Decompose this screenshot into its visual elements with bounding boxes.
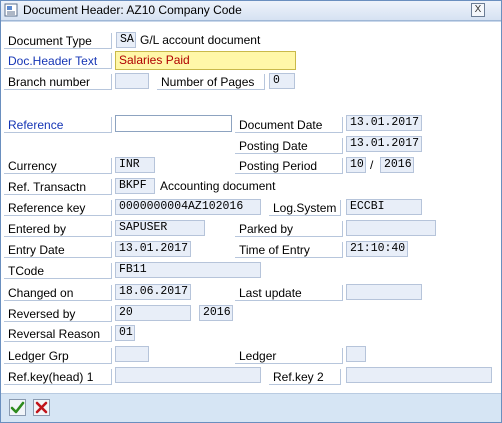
title-separator [1,21,501,22]
changed-on-field[interactable]: 18.06.2017 [115,284,191,300]
entered-by-field[interactable]: SAPUSER [115,220,205,236]
document-header-dialog: Document Header: AZ10 Company Code X Doc… [0,0,502,423]
posting-date-field[interactable]: 13.01.2017 [346,136,422,152]
reversed-by-year-field[interactable]: 2016 [199,305,233,321]
title-bar: Document Header: AZ10 Company Code X [1,1,501,21]
ledger-label: Ledger [235,348,343,364]
reference-label[interactable]: Reference [4,117,112,133]
posting-year-field[interactable]: 2016 [380,157,414,173]
reference-key-label: Reference key [4,200,112,216]
branch-number-label: Branch number [4,74,112,90]
log-system-field[interactable]: ECCBI [346,199,422,215]
ledger-grp-field[interactable] [115,346,149,362]
ref-key-head-1-label: Ref.key(head) 1 [4,369,112,385]
entry-date-label: Entry Date [4,242,112,258]
doc-header-text-label[interactable]: Doc.Header Text [4,53,112,69]
ledger-field[interactable] [346,346,366,362]
cancel-button[interactable] [33,399,50,416]
entry-date-field[interactable]: 13.01.2017 [115,241,191,257]
time-of-entry-label: Time of Entry [235,242,343,258]
posting-period-field[interactable]: 10 [346,157,366,173]
ledger-grp-label: Ledger Grp [4,348,112,364]
check-icon [10,401,25,414]
confirm-button[interactable] [9,399,26,416]
cancel-x-icon [35,401,48,414]
document-type-text: G/L account document [140,33,261,47]
reversed-by-field[interactable]: 20 [115,305,191,321]
last-update-field[interactable] [346,284,422,300]
ref-transaction-label: Ref. Transactn [4,179,112,195]
ref-transaction-text: Accounting document [160,179,276,193]
posting-date-label: Posting Date [235,138,343,154]
dialog-footer [1,393,501,422]
reversal-reason-field[interactable]: 01 [115,325,135,341]
window-icon [4,3,18,17]
number-of-pages-field[interactable]: 0 [269,73,295,89]
reference-input[interactable] [115,115,232,132]
ref-key-2-field[interactable] [346,367,492,383]
reference-key-field[interactable]: 0000000004AZ102016 [115,199,261,215]
ref-key-head-1-field[interactable] [115,367,261,383]
currency-field[interactable]: INR [115,157,155,173]
posting-period-separator: / [370,158,374,172]
posting-period-label: Posting Period [235,158,343,174]
document-date-field[interactable]: 13.01.2017 [346,115,422,131]
ref-key-2-label: Ref.key 2 [269,369,341,385]
close-button[interactable]: X [471,3,485,17]
currency-label: Currency [4,158,112,174]
doc-header-text-input[interactable]: Salaries Paid [115,51,296,70]
ref-transaction-field[interactable]: BKPF [115,178,155,194]
branch-number-field[interactable] [115,73,149,89]
entered-by-label: Entered by [4,221,112,237]
document-type-field[interactable]: SA [116,32,136,48]
window-title: Document Header: AZ10 Company Code [23,3,242,17]
parked-by-label: Parked by [235,221,343,237]
reversal-reason-label: Reversal Reason [4,326,112,342]
time-of-entry-field[interactable]: 21:10:40 [346,241,408,257]
log-system-label: Log.System [269,200,341,216]
document-date-label: Document Date [235,117,343,133]
tcode-label: TCode [4,263,112,279]
document-type-label: Document Type [4,33,112,49]
parked-by-field[interactable] [346,220,436,236]
tcode-field[interactable]: FB11 [115,262,261,278]
number-of-pages-label: Number of Pages [157,74,265,90]
last-update-label: Last update [235,285,343,301]
reversed-by-label: Reversed by [4,306,112,322]
changed-on-label: Changed on [4,285,112,301]
